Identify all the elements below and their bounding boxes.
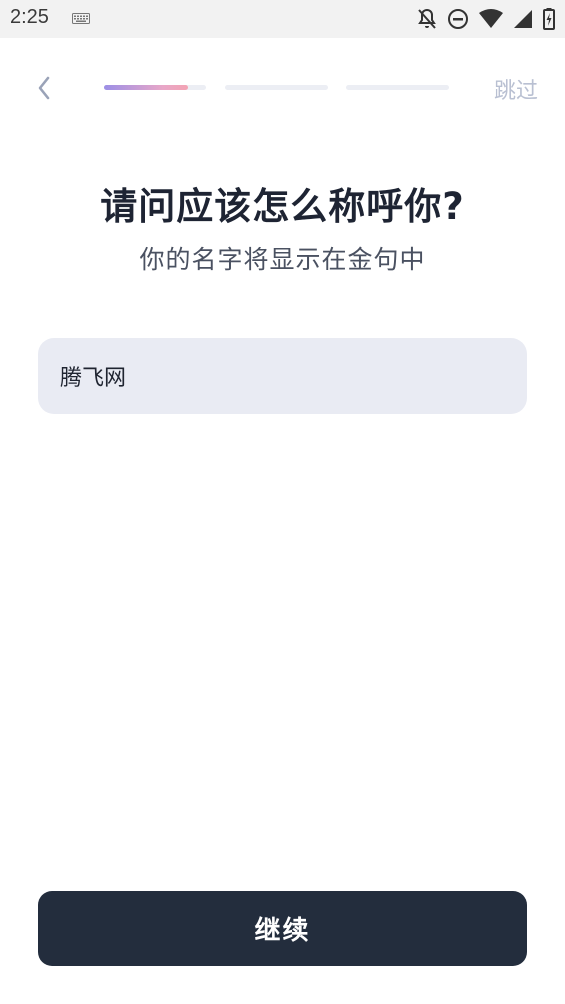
wifi-icon bbox=[479, 9, 503, 28]
progress-step-2 bbox=[225, 85, 328, 90]
do-not-disturb-icon bbox=[448, 9, 468, 29]
status-bar: 2:25 bbox=[0, 0, 565, 38]
status-icons bbox=[417, 7, 555, 31]
status-time: 2:25 bbox=[10, 6, 49, 28]
cell-signal-icon bbox=[514, 10, 532, 28]
progress-step-1-fill bbox=[104, 85, 188, 90]
notifications-off-icon bbox=[418, 8, 436, 29]
chevron-left-icon bbox=[38, 76, 50, 100]
keyboard-icon bbox=[72, 13, 90, 24]
name-input[interactable] bbox=[38, 338, 527, 414]
back-button[interactable] bbox=[28, 72, 60, 104]
page-title: 请问应该怎么称呼你? bbox=[100, 185, 465, 228]
skip-button[interactable]: 跳过 bbox=[494, 73, 538, 105]
page-subtitle: 你的名字将显示在金句中 bbox=[139, 245, 426, 274]
battery-charging-icon bbox=[543, 8, 555, 30]
continue-button[interactable]: 继续 bbox=[38, 891, 527, 966]
progress-step-3 bbox=[346, 85, 449, 90]
progress-step-1 bbox=[104, 85, 206, 90]
